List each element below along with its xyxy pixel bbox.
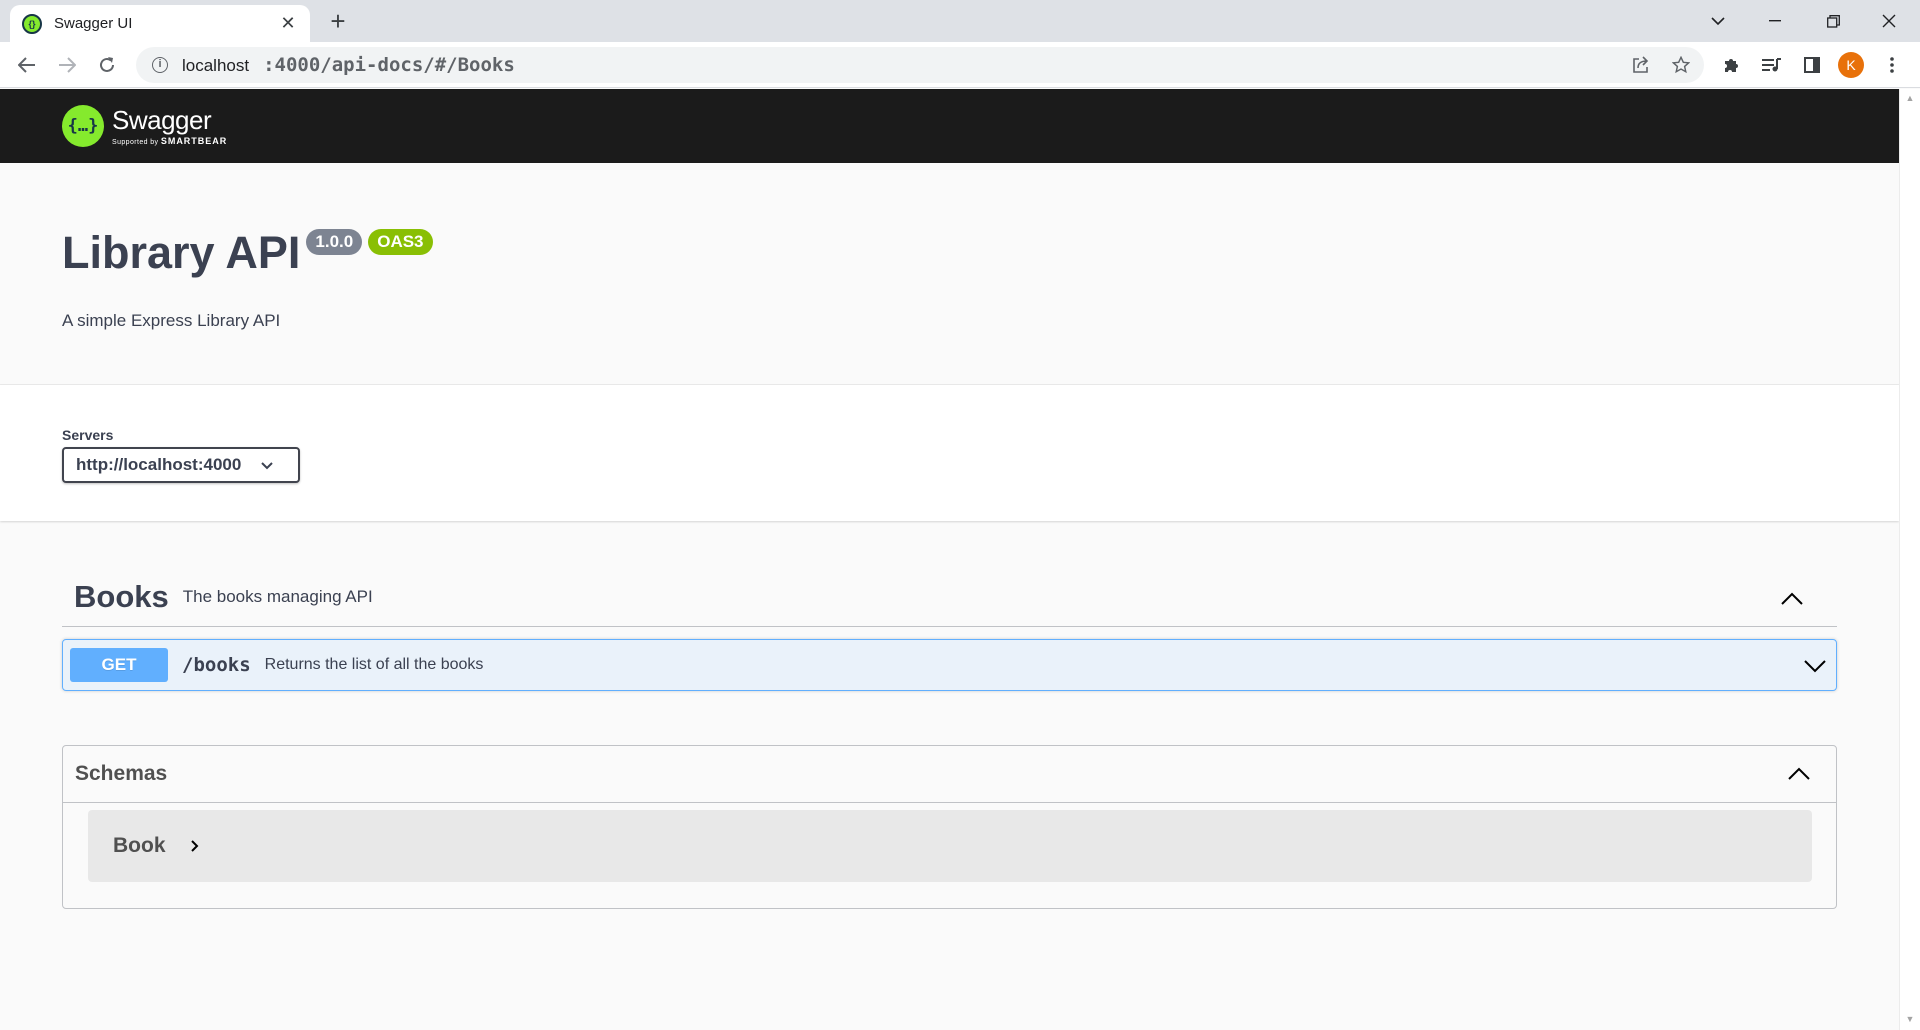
schema-item-book[interactable]: Book: [88, 810, 1812, 882]
page-scrollbar[interactable]: ▲ ▼: [1899, 89, 1920, 1030]
scroll-up-icon[interactable]: ▲: [1904, 93, 1916, 105]
server-select[interactable]: http://localhost:4000: [62, 447, 300, 483]
chevron-up-icon[interactable]: [1777, 583, 1807, 613]
schemas-section: Schemas Book: [62, 745, 1837, 909]
tag-header-books[interactable]: Books The books managing API: [62, 567, 1837, 627]
chevron-down-icon: [261, 457, 274, 473]
url-path: :4000/api-docs/#/Books: [263, 54, 515, 76]
media-playlist-icon[interactable]: [1757, 50, 1787, 80]
swagger-logo[interactable]: Swagger Supported by SMARTBEAR: [112, 106, 227, 146]
oas-badge: OAS3: [368, 229, 433, 255]
tag-description: The books managing API: [182, 586, 373, 606]
api-description: A simple Express Library API: [62, 311, 281, 330]
swagger-topbar: {…} Swagger Supported by SMARTBEAR: [0, 89, 1899, 163]
version-badge: 1.0.0: [306, 229, 363, 255]
side-panel-icon[interactable]: [1797, 50, 1827, 80]
logo-supported-text: Supported by: [112, 139, 159, 146]
scroll-down-icon[interactable]: ▼: [1904, 1014, 1916, 1026]
swagger-favicon-icon: {}: [22, 13, 42, 34]
logo-brand: SMARTBEAR: [160, 136, 228, 146]
schemas-title: Schemas: [75, 762, 168, 785]
bookmark-star-icon[interactable]: [1666, 50, 1696, 80]
chevron-up-icon[interactable]: [1784, 758, 1814, 788]
profile-avatar[interactable]: K: [1838, 52, 1864, 78]
forward-icon[interactable]: [52, 50, 82, 80]
server-selected-value: http://localhost:4000: [76, 455, 242, 474]
servers-section: Servers http://localhost:4000: [0, 385, 1899, 521]
browser-menu-icon[interactable]: [1877, 50, 1907, 80]
chevron-right-icon[interactable]: [188, 839, 202, 853]
chevron-down-icon[interactable]: [1800, 651, 1830, 681]
minimize-icon[interactable]: [1760, 6, 1790, 36]
swagger-page: {…} Swagger Supported by SMARTBEAR Libra…: [0, 89, 1899, 1030]
tab-title: Swagger UI: [54, 15, 133, 32]
method-badge: GET: [70, 648, 168, 682]
operation-summary: Returns the list of all the books: [264, 656, 484, 673]
url-text[interactable]: localhost :4000/api-docs/#/Books: [182, 54, 515, 76]
swagger-logo-icon[interactable]: {…}: [62, 105, 104, 147]
url-host: localhost: [182, 56, 250, 75]
restore-icon[interactable]: [1818, 6, 1848, 36]
address-bar[interactable]: i localhost :4000/api-docs/#/Books: [136, 47, 1704, 83]
site-info-icon[interactable]: i: [152, 57, 168, 73]
api-title: Library API: [62, 227, 301, 278]
extensions-puzzle-icon[interactable]: [1717, 50, 1747, 80]
browser-toolbar: i localhost :4000/api-docs/#/Books K: [0, 42, 1920, 88]
reload-icon[interactable]: [92, 50, 122, 80]
api-info: Library API 1.0.0 OAS3 A simple Express …: [0, 163, 1899, 385]
operation-get-books[interactable]: GET /books Returns the list of all the b…: [62, 639, 1837, 691]
operations-section: Books The books managing API GET /books …: [0, 521, 1899, 1030]
schema-name: Book: [113, 834, 166, 857]
share-icon[interactable]: [1626, 50, 1656, 80]
browser-tab[interactable]: {} Swagger UI ✕: [10, 5, 310, 42]
servers-label: Servers: [62, 427, 114, 443]
back-icon[interactable]: [12, 50, 42, 80]
logo-word: Swagger: [112, 105, 212, 135]
tab-search-icon[interactable]: [1703, 6, 1733, 36]
schemas-header[interactable]: Schemas: [63, 746, 1836, 803]
new-tab-button[interactable]: +: [324, 8, 352, 36]
operation-path: /books: [182, 654, 251, 676]
tab-close-icon[interactable]: ✕: [278, 13, 298, 34]
close-window-icon[interactable]: [1874, 6, 1904, 36]
logo-supported-by: Supported by SMARTBEAR: [112, 136, 227, 146]
tag-name[interactable]: Books: [74, 579, 169, 615]
browser-tabstrip: {} Swagger UI ✕ +: [0, 0, 1920, 42]
